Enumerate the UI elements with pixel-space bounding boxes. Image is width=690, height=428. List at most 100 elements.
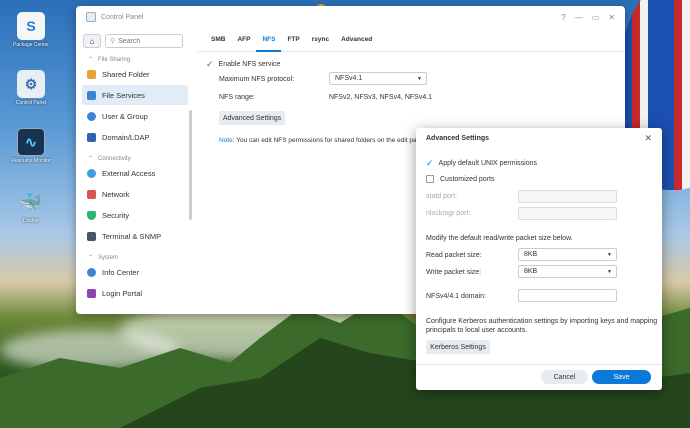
- sidebar-item-label: File Services: [102, 90, 145, 100]
- section-connectivity[interactable]: ⌃ Connectivity: [76, 147, 194, 163]
- kerberos-settings-button[interactable]: Kerberos Settings: [426, 340, 490, 354]
- home-button[interactable]: ⌂: [83, 34, 101, 48]
- sidebar-item-label: External Access: [102, 168, 156, 178]
- nfs-domain-input[interactable]: [518, 289, 617, 302]
- note-prefix: Note:: [219, 137, 235, 144]
- minimize-icon[interactable]: —: [575, 13, 583, 22]
- caret-down-icon: ▼: [607, 251, 612, 258]
- kerberos-description-line1: Configure Kerberos authentication settin…: [426, 318, 658, 325]
- sidebar-item-domain-ldap[interactable]: Domain/LDAP: [82, 127, 188, 147]
- nfs-note: Note: You can edit NFS permissions for s…: [219, 137, 420, 144]
- maximize-icon[interactable]: ▭: [592, 13, 600, 22]
- tab-nfs[interactable]: NFS: [256, 28, 282, 52]
- max-protocol-label: Maximum NFS protocol:: [219, 76, 295, 83]
- search-icon: ⚲: [110, 38, 116, 45]
- tab-afp[interactable]: AFP: [231, 28, 256, 52]
- resource-monitor-icon: ∿: [17, 128, 45, 156]
- desktop-icon-label: Control Panel: [15, 100, 47, 106]
- checkmark-icon: ✓: [206, 59, 214, 69]
- statd-port-label: statd port:: [426, 193, 458, 200]
- sidebar-item-network[interactable]: Network: [82, 184, 188, 204]
- enable-nfs-checkbox[interactable]: ✓ Enable NFS service: [206, 59, 280, 70]
- enable-nfs-label: Enable NFS service: [218, 61, 281, 68]
- tab-ftp[interactable]: FTP: [281, 28, 305, 52]
- section-system[interactable]: ⌃ System: [76, 246, 194, 262]
- folder-icon: [87, 69, 96, 79]
- sidebar-item-user-group[interactable]: User & Group: [82, 106, 188, 126]
- docker-icon: 🐳: [19, 191, 43, 212]
- cancel-button[interactable]: Cancel: [541, 370, 588, 384]
- sidebar-item-label: User & Group: [102, 111, 148, 121]
- help-icon[interactable]: ?: [561, 13, 565, 22]
- write-packet-value: 8KB: [524, 268, 538, 275]
- desktop-icon-resource-monitor[interactable]: ∿ Resource Monitor: [10, 128, 52, 164]
- dialog-divider: [416, 364, 662, 365]
- desktop-icon-control-panel[interactable]: ⚙ Control Panel: [10, 70, 52, 106]
- search-input[interactable]: [118, 37, 179, 45]
- apply-unix-permissions-checkbox[interactable]: ✓ Apply default UNIX permissions: [426, 158, 537, 169]
- file-services-icon: [87, 90, 96, 100]
- tab-advanced[interactable]: Advanced: [335, 28, 378, 52]
- sidebar-item-label: Login Portal: [102, 288, 143, 298]
- sidebar-item-external-access[interactable]: External Access: [82, 163, 188, 183]
- package-icon: S: [17, 12, 45, 40]
- desktop-icon-docker[interactable]: 🐳 Docker: [10, 188, 52, 225]
- tab-bar: SMB AFP NFS FTP rsync Advanced: [197, 28, 625, 52]
- advanced-settings-dialog: Advanced Settings ✕ ✓ Apply default UNIX…: [416, 128, 662, 390]
- note-text: You can edit NFS permissions for shared …: [236, 137, 421, 144]
- window-titlebar[interactable]: Control Panel ? — ▭ ✕: [76, 6, 625, 28]
- sidebar-item-file-services[interactable]: File Services: [82, 85, 188, 105]
- statd-port-input: [518, 190, 617, 203]
- control-panel-icon: ⚙: [17, 70, 45, 98]
- checkmark-icon: ✓: [426, 158, 434, 168]
- read-packet-select[interactable]: 8KB ▼: [518, 248, 617, 261]
- kerberos-description-line2: principals to local user accounts.: [426, 327, 528, 334]
- user-icon: [87, 111, 96, 121]
- sidebar-item-label: Shared Folder: [102, 69, 150, 79]
- nfs-range-label: NFS range:: [219, 94, 255, 101]
- caret-down-icon: ▼: [417, 75, 422, 82]
- read-packet-label: Read packet size:: [426, 252, 482, 259]
- desktop-icon-label: Resource Monitor: [11, 158, 51, 164]
- sidebar-item-label: Info Center: [102, 267, 140, 277]
- tab-smb[interactable]: SMB: [205, 28, 231, 52]
- domain-icon: [87, 132, 96, 142]
- dialog-title: Advanced Settings: [426, 134, 490, 142]
- sidebar-scrollbar[interactable]: [189, 110, 192, 220]
- sidebar-item-security[interactable]: Security: [82, 205, 188, 225]
- tab-rsync[interactable]: rsync: [306, 28, 335, 52]
- desktop-icon-package-center[interactable]: S Package Center: [10, 12, 52, 48]
- customized-ports-label: Customized ports: [440, 175, 495, 183]
- sidebar-item-login-portal[interactable]: Login Portal: [82, 283, 188, 303]
- write-packet-select[interactable]: 8KB ▼: [518, 265, 617, 278]
- desktop-icon-label: Package Center: [13, 42, 49, 48]
- section-title: File Sharing: [98, 56, 131, 63]
- customized-ports-checkbox[interactable]: Customized ports: [426, 175, 494, 183]
- max-protocol-select[interactable]: NFSv4.1 ▼: [329, 72, 427, 85]
- section-title: System: [98, 254, 119, 261]
- chevron-up-icon: ⌃: [88, 255, 94, 261]
- close-icon[interactable]: ✕: [644, 133, 652, 144]
- sidebar-item-shared-folder[interactable]: Shared Folder: [82, 64, 188, 84]
- section-file-sharing[interactable]: ⌃ File Sharing: [76, 48, 194, 64]
- advanced-settings-button[interactable]: Advanced Settings: [219, 111, 285, 125]
- info-icon: [87, 267, 96, 277]
- search-box[interactable]: ⚲: [105, 34, 183, 48]
- chevron-up-icon: ⌃: [88, 57, 94, 63]
- nlockmgr-port-input: [518, 207, 617, 220]
- login-portal-icon: [87, 288, 96, 298]
- write-packet-label: Write packet size:: [426, 269, 482, 276]
- save-button[interactable]: Save: [592, 370, 651, 384]
- chevron-up-icon: ⌃: [88, 156, 94, 162]
- window-title: Control Panel: [101, 13, 144, 21]
- sidebar-item-info-center[interactable]: Info Center: [82, 262, 188, 282]
- sidebar-item-label: Security: [102, 210, 130, 220]
- terminal-icon: [87, 231, 96, 241]
- sidebar-item-terminal-snmp[interactable]: Terminal & SNMP: [82, 226, 188, 246]
- close-icon[interactable]: ✕: [608, 13, 615, 22]
- nfs-domain-label: NFSv4/4.1 domain:: [426, 293, 486, 300]
- dialog-titlebar[interactable]: Advanced Settings ✕: [416, 128, 662, 148]
- packet-size-description: Modify the default read/write packet siz…: [426, 235, 573, 242]
- caret-down-icon: ▼: [607, 268, 612, 275]
- sidebar-item-label: Network: [102, 189, 130, 199]
